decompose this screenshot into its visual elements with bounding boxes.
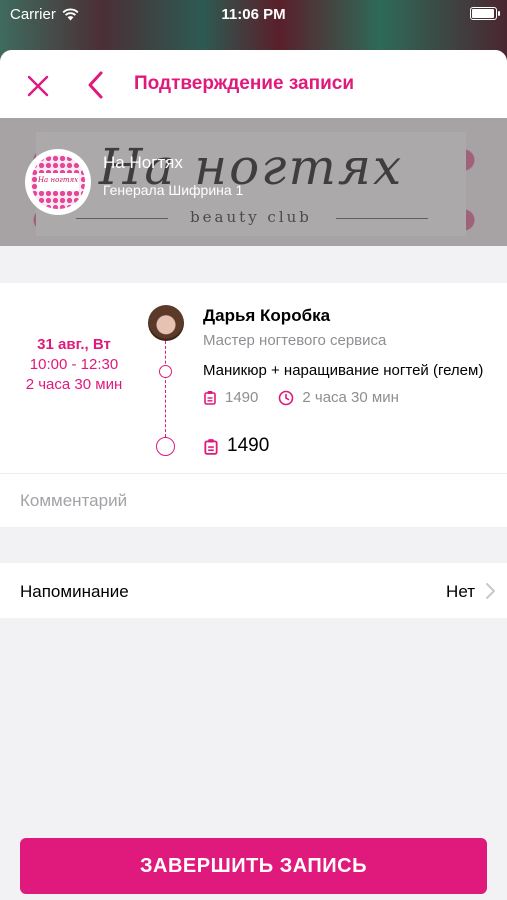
salon-address: Генерала Шифрина 1	[103, 182, 244, 198]
price-tag-icon	[204, 438, 218, 455]
timeline-step-dot	[159, 365, 172, 378]
timeline-connector	[165, 341, 166, 437]
salon-name: На Ногтях	[103, 153, 183, 172]
appointment-time: 10:00 - 12:30	[29, 356, 119, 373]
chevron-right-icon	[486, 583, 495, 599]
reminder-label: Напоминание	[20, 582, 129, 601]
comment-field[interactable]	[20, 484, 490, 518]
service-duration: 2 часа 30 мин	[302, 389, 399, 406]
battery-icon	[470, 7, 500, 20]
master-avatar[interactable]	[148, 305, 184, 341]
total-price-value: 1490	[227, 435, 270, 456]
total-price: 1490	[203, 435, 269, 457]
status-bar: Carrier 11:06 PM	[0, 0, 507, 28]
appointment-datetime: 31 авг., Вт 10:00 - 12:30 2 часа 30 мин	[14, 335, 134, 395]
salon-logo[interactable]: На ногтях	[25, 149, 91, 215]
clock-icon	[279, 390, 294, 405]
appointment-duration: 2 часа 30 мин	[25, 376, 123, 393]
complete-booking-button[interactable]: ЗАВЕРШИТЬ ЗАПИСЬ	[20, 838, 487, 894]
clock: 11:06 PM	[221, 6, 286, 23]
appointment-details: 31 авг., Вт 10:00 - 12:30 2 часа 30 мин …	[0, 283, 507, 473]
reminder-row[interactable]: Напоминание Нет	[0, 563, 507, 618]
chevron-left-icon[interactable]	[82, 68, 110, 102]
comment-section	[0, 473, 507, 527]
price-tag-icon	[204, 391, 216, 405]
salon-logo-badge: На ногтях	[37, 173, 79, 191]
salon-logo-text: На ногтях	[37, 176, 79, 184]
booking-confirmation-sheet: Подтверждение записи На ногтях beauty cl…	[0, 50, 507, 900]
battery-level	[472, 9, 494, 18]
master-name: Дарья Коробка	[203, 306, 331, 325]
close-icon[interactable]	[22, 70, 54, 102]
timeline-end-dot	[156, 437, 175, 456]
service-meta: 1490 2 часа 30 мин	[203, 389, 399, 406]
service-price: 1490	[225, 389, 259, 406]
appointment-date: 31 авг., Вт	[37, 336, 111, 353]
page-title: Подтверждение записи	[134, 73, 354, 94]
service-name: Маникюр + наращивание ногтей (гелем)	[203, 362, 484, 379]
reminder-value: Нет	[446, 582, 475, 601]
salon-header: На ногтях beauty club На ногтях На Ногтя…	[0, 118, 507, 246]
master-role: Мастер ногтевого сервиса	[203, 332, 387, 349]
navigation-bar: Подтверждение записи	[0, 50, 507, 118]
